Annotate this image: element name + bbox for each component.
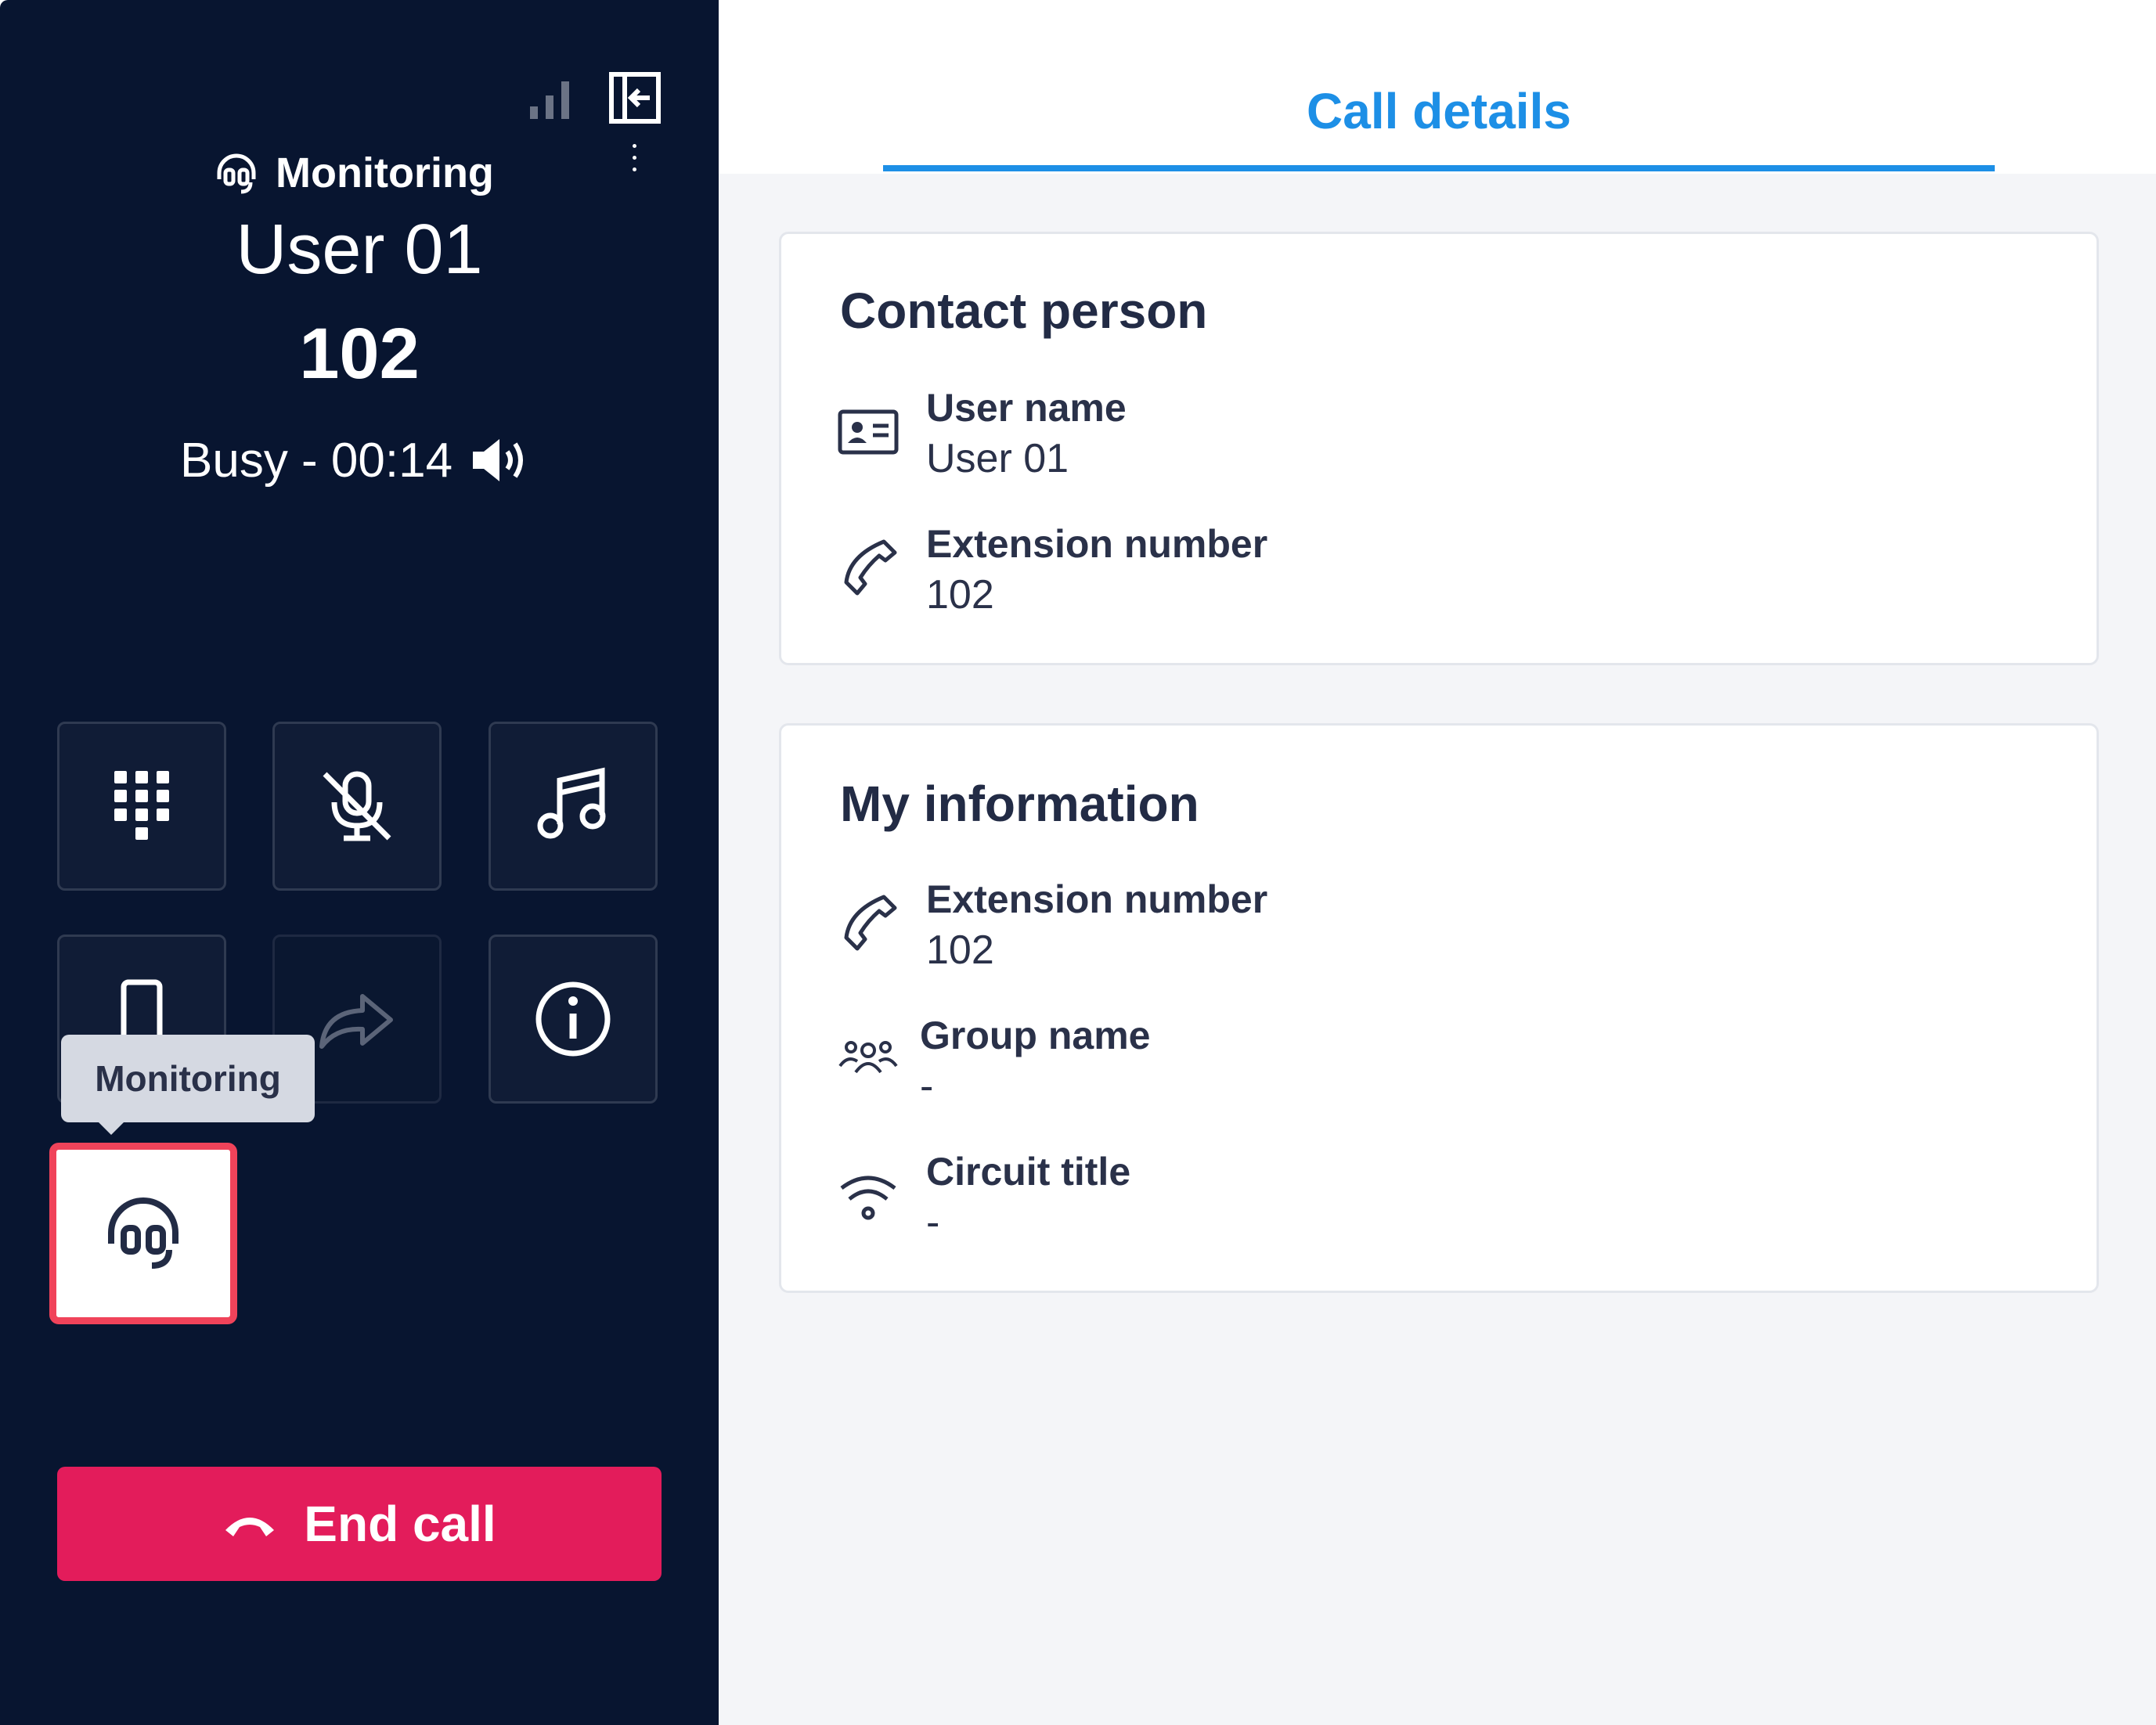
group-name-value: - xyxy=(920,1064,934,1109)
my-extension-label: Extension number xyxy=(926,877,1268,921)
forward-arrow-icon xyxy=(319,994,393,1049)
phone-icon xyxy=(844,539,897,596)
wifi-icon xyxy=(840,1176,896,1220)
call-sidebar: Monitoring User 01 102 Busy - 00:14 Moni… xyxy=(0,0,719,1725)
id-card-icon xyxy=(838,409,899,455)
headset-icon xyxy=(217,153,256,194)
contact-user-name-value: User 01 xyxy=(926,436,1069,481)
dialpad-icon xyxy=(114,771,169,840)
monitoring-header: Monitoring xyxy=(211,146,525,200)
phone-icon xyxy=(844,895,897,951)
group-icon xyxy=(838,1041,898,1074)
caller-extension: 102 xyxy=(299,314,420,394)
info-button[interactable] xyxy=(489,935,658,1104)
contact-person-title: Contact person xyxy=(840,283,1208,339)
contact-extension-value: 102 xyxy=(926,572,994,618)
call-status-row: Busy - 00:14 xyxy=(180,429,540,492)
end-call-label: End call xyxy=(304,1496,496,1552)
hold-music-button[interactable] xyxy=(489,722,658,891)
mute-button[interactable] xyxy=(272,722,442,891)
caller-name: User 01 xyxy=(236,211,483,289)
group-name-label: Group name xyxy=(920,1014,1151,1057)
speaker-icon[interactable] xyxy=(470,434,529,486)
contact-extension-label: Extension number xyxy=(926,522,1268,566)
headset-icon xyxy=(108,1197,178,1269)
circuit-title-label: Circuit title xyxy=(926,1150,1131,1194)
monitoring-label: Monitoring xyxy=(276,149,494,196)
contact-user-name-label: User name xyxy=(926,386,1127,430)
more-options-handle[interactable] xyxy=(633,144,637,175)
tooltip-text: Monitoring xyxy=(95,1058,281,1099)
monitoring-button[interactable] xyxy=(49,1143,237,1324)
tooltip-arrow xyxy=(97,1121,125,1135)
call-status: Busy - 00:14 xyxy=(180,433,453,488)
circuit-title-value: - xyxy=(926,1200,940,1245)
tab-active-indicator xyxy=(883,165,1995,171)
signal-strength-icon xyxy=(530,81,569,119)
tab-call-details[interactable]: Call details xyxy=(883,82,1995,140)
hang-up-icon xyxy=(225,1518,275,1536)
mic-off-icon xyxy=(323,771,391,841)
my-extension-value: 102 xyxy=(926,927,994,973)
monitoring-tooltip: Monitoring xyxy=(61,1035,315,1122)
music-note-icon xyxy=(537,767,606,839)
end-call-button[interactable]: End call xyxy=(57,1467,662,1581)
info-icon xyxy=(535,981,611,1057)
my-information-title: My information xyxy=(840,776,1199,832)
collapse-panel-icon[interactable] xyxy=(609,72,661,124)
dialpad-button[interactable] xyxy=(57,722,226,891)
